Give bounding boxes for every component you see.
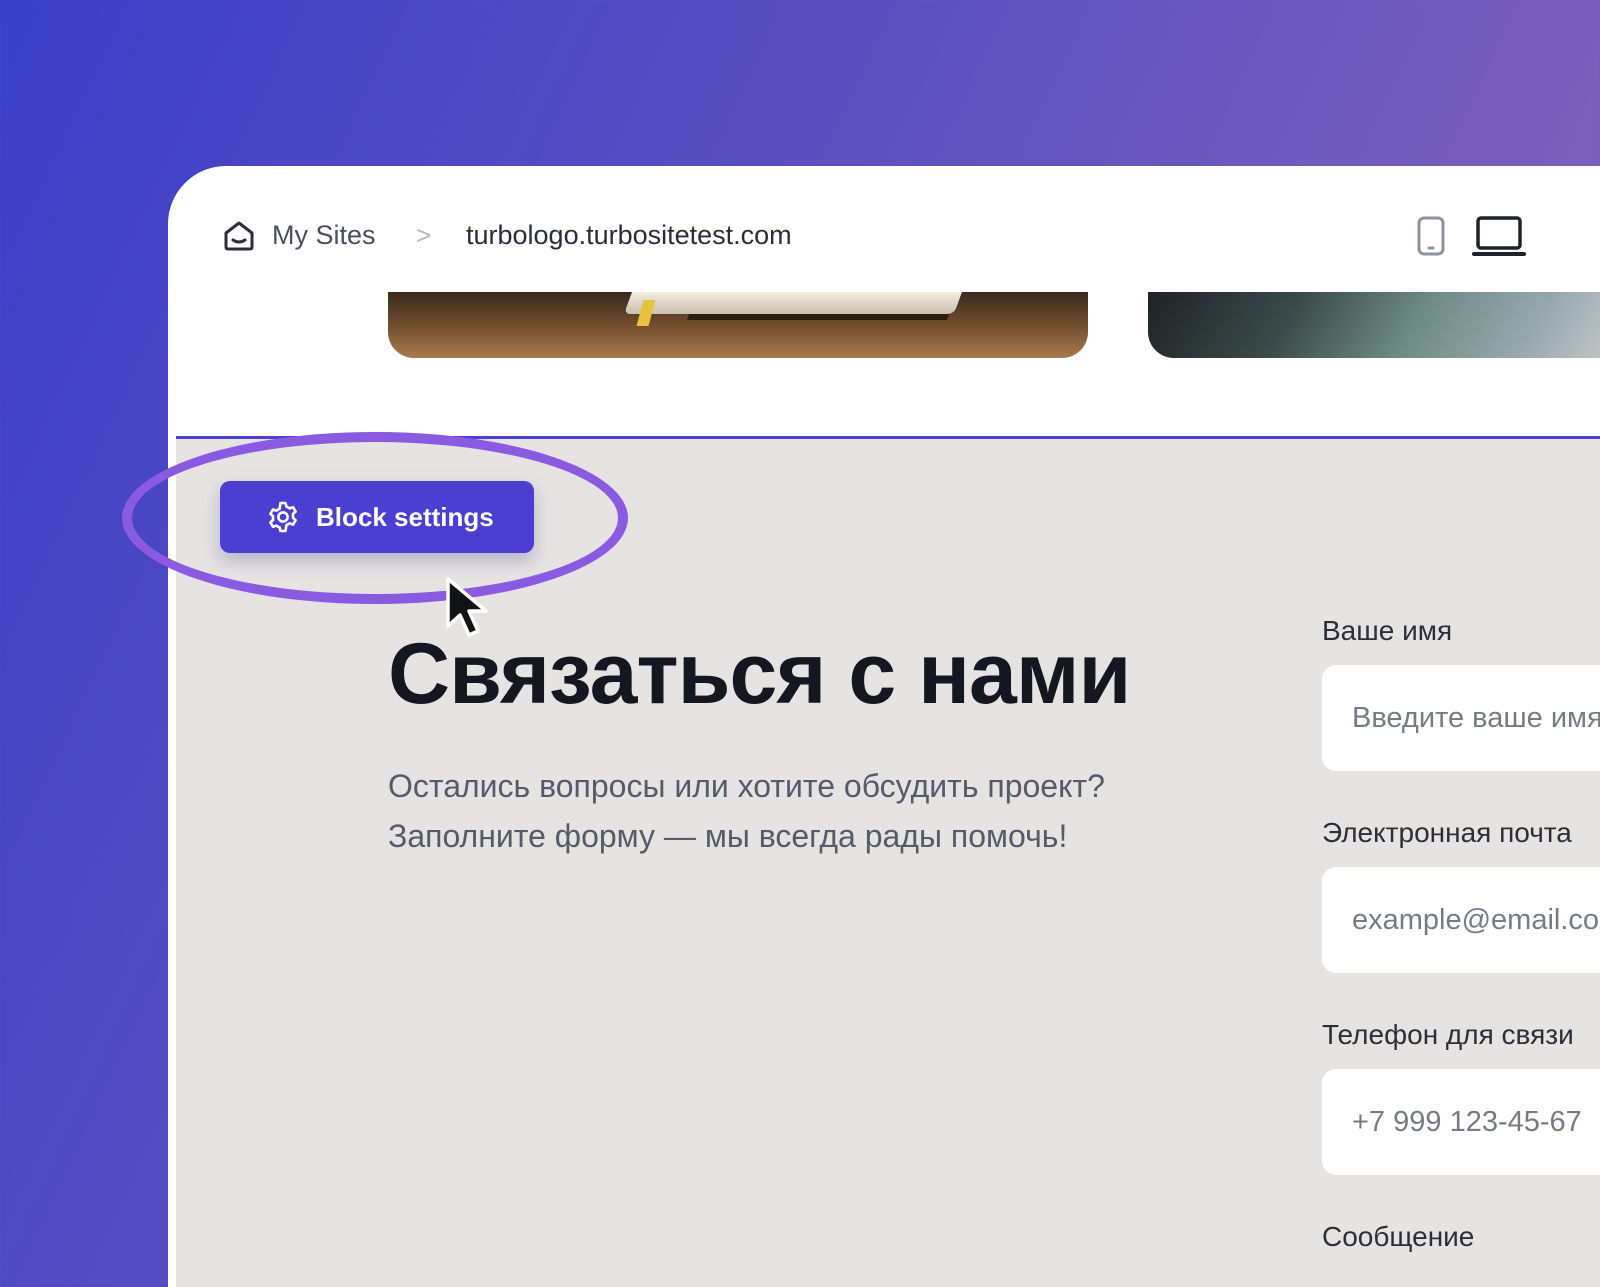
name-field[interactable]: Введите ваше имя xyxy=(1322,665,1600,771)
browser-window: My Sites > turbologo.turbositetest.com B… xyxy=(168,166,1600,1287)
editor-topbar: My Sites > turbologo.turbositetest.com xyxy=(176,174,1600,293)
message-label: Сообщение xyxy=(1322,1221,1475,1252)
name-label: Ваше имя xyxy=(1322,615,1453,646)
mouse-cursor-icon xyxy=(446,577,488,637)
smartphone-icon[interactable] xyxy=(1416,216,1446,256)
description-line-2: Заполните форму — мы всегда рады помочь! xyxy=(388,818,1068,854)
phone-label: Телефон для связи xyxy=(1322,1019,1574,1050)
breadcrumb-my-sites[interactable]: My Sites xyxy=(272,218,376,252)
book-image xyxy=(388,292,1088,358)
home-icon[interactable] xyxy=(222,218,256,252)
highlight-ellipse xyxy=(122,432,628,604)
email-field[interactable]: example@email.com xyxy=(1322,867,1600,973)
chevron-right-icon: > xyxy=(416,220,432,250)
contact-description: Остались вопросы или хотите обсудить про… xyxy=(388,761,1208,861)
previous-block-images xyxy=(176,292,1600,436)
laptop-icon[interactable] xyxy=(1472,214,1526,258)
email-label: Электронная почта xyxy=(1322,817,1572,848)
description-line-1: Остались вопросы или хотите обсудить про… xyxy=(388,768,1105,804)
breadcrumb-current-site: turbologo.turbositetest.com xyxy=(466,220,792,250)
phone-field[interactable]: +7 999 123-45-67 xyxy=(1322,1069,1600,1175)
monitor-image xyxy=(1148,292,1600,358)
contact-heading: Связаться с нами xyxy=(388,626,1131,722)
